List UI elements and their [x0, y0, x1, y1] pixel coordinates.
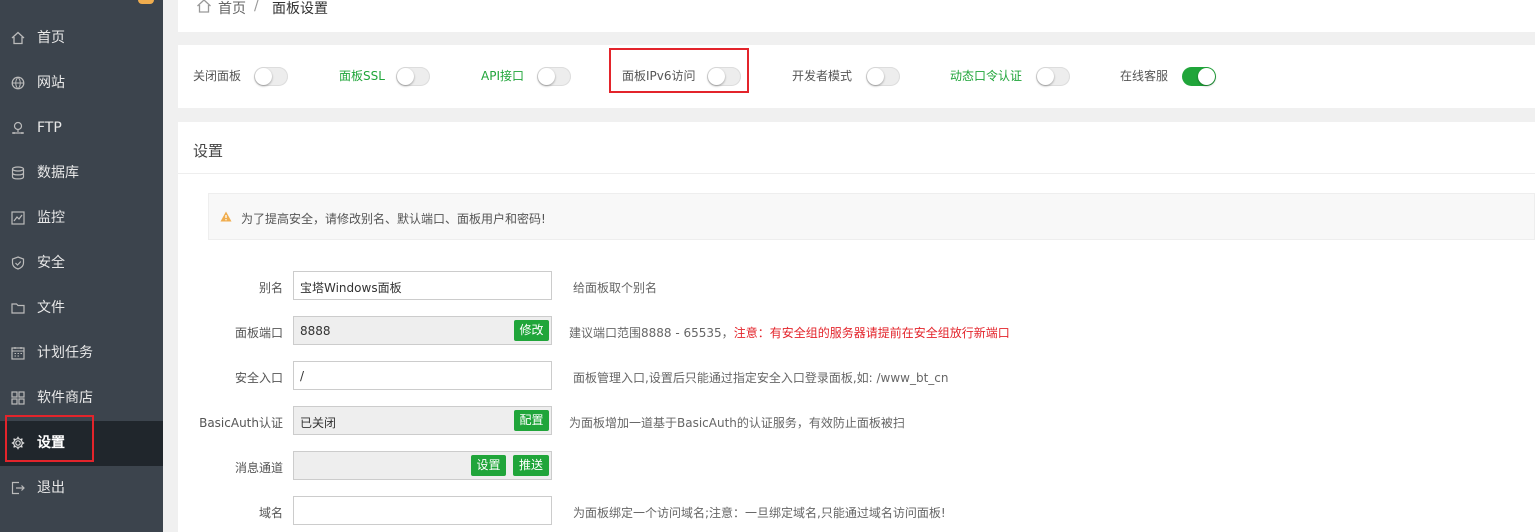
channel-settings-button[interactable]: 设置 [471, 455, 506, 476]
sidebar-item-label: FTP [37, 120, 62, 136]
field-hint: 面板管理入口,设置后只能通过指定安全入口登录面板,如: /www_bt_cn [573, 371, 949, 385]
sidebar-item-label: 监控 [37, 210, 65, 226]
switch-knob [255, 68, 272, 85]
database-icon [11, 166, 25, 180]
field-label: 安全入口 [234, 371, 283, 385]
sidebar-item-label: 安全 [37, 255, 65, 271]
toggle-label[interactable]: 动态口令认证 [950, 69, 1022, 83]
grid-icon [11, 391, 25, 405]
setting-row-alias: 别名 宝塔Windows面板 给面板取个别名 [178, 271, 1535, 301]
hint-warning: 注意：有安全组的服务器请提前在安全组放行新端口 [733, 326, 1010, 340]
security-entry-input[interactable]: / [293, 361, 552, 390]
security-alert: 为了提高安全，请修改别名、默认端口、面板用户和密码! [208, 193, 1535, 240]
hint-text: 建议端口范围8888 - 65535， [569, 326, 734, 340]
logout-icon [11, 481, 25, 495]
sidebar-item-label: 数据库 [37, 165, 79, 181]
folder-icon [11, 303, 25, 314]
settings-title: 设置 [193, 142, 224, 160]
sidebar-item-logout[interactable]: 退出 [0, 466, 163, 511]
switch-knob [538, 68, 555, 85]
sidebar-item-files[interactable]: 文件 [0, 286, 163, 331]
channel-input: 设置 推送 [293, 451, 552, 480]
input-value: 已关闭 [300, 416, 337, 430]
breadcrumb-home-link[interactable]: 首页 [218, 0, 246, 18]
highlight-box-ipv6 [609, 48, 749, 93]
breadcrumb-separator: / [254, 0, 259, 14]
sidebar-item-security[interactable]: 安全 [0, 241, 163, 286]
sidebar-item-ftp[interactable]: FTP [0, 106, 163, 151]
field-hint: 为面板绑定一个访问域名;注意：一旦绑定域名,只能通过域名访问面板! [573, 506, 946, 520]
field-label: 消息通道 [234, 461, 283, 475]
close-panel-switch[interactable] [254, 67, 288, 86]
api-switch[interactable] [537, 67, 571, 86]
notification-badge [138, 0, 154, 4]
toggle-label[interactable]: API接口 [481, 69, 524, 83]
input-value: / [300, 369, 305, 383]
ftp-icon [12, 121, 24, 134]
field-label: 域名 [258, 506, 283, 520]
alias-input[interactable]: 宝塔Windows面板 [293, 271, 552, 300]
sidebar-item-database[interactable]: 数据库 [0, 151, 163, 196]
monitor-icon [11, 211, 25, 225]
modify-port-button[interactable]: 修改 [514, 320, 549, 341]
switch-knob [397, 68, 414, 85]
calendar-icon [11, 347, 25, 360]
panel-ssl-switch[interactable] [396, 67, 430, 86]
warning-icon [220, 211, 232, 222]
toggle-label: 在线客服 [1120, 69, 1169, 83]
port-input: 8888 修改 [293, 316, 552, 345]
home-icon [11, 31, 25, 45]
basicauth-input: 已关闭 配置 [293, 406, 552, 435]
setting-row-basicauth: BasicAuth认证 已关闭 配置 为面板增加一道基于BasicAuth的认证… [178, 406, 1535, 436]
breadcrumb-current: 面板设置 [272, 1, 328, 17]
switch-knob [1198, 68, 1215, 85]
domain-input[interactable] [293, 496, 552, 525]
field-label: 面板端口 [234, 326, 283, 340]
input-value: 宝塔Windows面板 [300, 281, 402, 295]
divider [178, 173, 1535, 174]
sidebar-item-label: 计划任务 [37, 345, 93, 361]
input-value: 8888 [300, 324, 331, 338]
online-support-switch[interactable] [1182, 67, 1216, 86]
alert-text: 为了提高安全，请修改别名、默认端口、面板用户和密码! [241, 212, 546, 226]
field-label: 别名 [258, 281, 283, 295]
sidebar-item-label: 首页 [37, 30, 65, 46]
setting-row-entry: 安全入口 / 面板管理入口,设置后只能通过指定安全入口登录面板,如: /www_… [178, 361, 1535, 391]
shield-icon [11, 256, 25, 270]
sidebar-item-monitor[interactable]: 监控 [0, 196, 163, 241]
developer-mode-switch[interactable] [866, 67, 900, 86]
highlight-box-settings [5, 415, 94, 462]
sidebar-item-home[interactable]: 首页 [0, 16, 163, 61]
sidebar-item-label: 软件商店 [37, 390, 93, 406]
sidebar-item-label: 网站 [37, 75, 65, 91]
toggle-label: 开发者模式 [792, 69, 853, 83]
sidebar-item-cron[interactable]: 计划任务 [0, 331, 163, 376]
toggle-bar: 关闭面板 面板SSL API接口 面板IPv6访问 开发者模式 动态口令认证 在… [178, 45, 1535, 108]
setting-row-port: 面板端口 8888 修改 建议端口范围8888 - 65535，注意：有安全组的… [178, 316, 1535, 346]
home-icon[interactable] [196, 0, 212, 14]
setting-row-domain: 域名 为面板绑定一个访问域名;注意：一旦绑定域名,只能通过域名访问面板! [178, 496, 1535, 526]
breadcrumb: 首页 / 面板设置 [178, 0, 1535, 32]
sidebar-item-label: 退出 [37, 480, 65, 496]
field-hint: 建议端口范围8888 - 65535，注意：有安全组的服务器请提前在安全组放行新… [569, 324, 1010, 341]
switch-knob [867, 68, 884, 85]
toggle-label: 关闭面板 [193, 69, 242, 83]
configure-basicauth-button[interactable]: 配置 [514, 410, 549, 431]
field-hint: 为面板增加一道基于BasicAuth的认证服务，有效防止面板被扫 [569, 416, 905, 430]
sidebar-item-website[interactable]: 网站 [0, 61, 163, 106]
settings-panel: 设置 为了提高安全，请修改别名、默认端口、面板用户和密码! 别名 宝塔Windo… [178, 122, 1535, 532]
channel-push-button[interactable]: 推送 [513, 455, 549, 476]
toggle-label[interactable]: 面板SSL [339, 69, 385, 83]
setting-row-channel: 消息通道 设置 推送 [178, 451, 1535, 481]
switch-knob [1037, 68, 1054, 85]
field-label: BasicAuth认证 [199, 416, 283, 430]
sidebar-item-label: 文件 [37, 300, 65, 316]
field-hint: 给面板取个别名 [573, 281, 658, 295]
globe-icon [11, 76, 25, 90]
totp-switch[interactable] [1036, 67, 1070, 86]
